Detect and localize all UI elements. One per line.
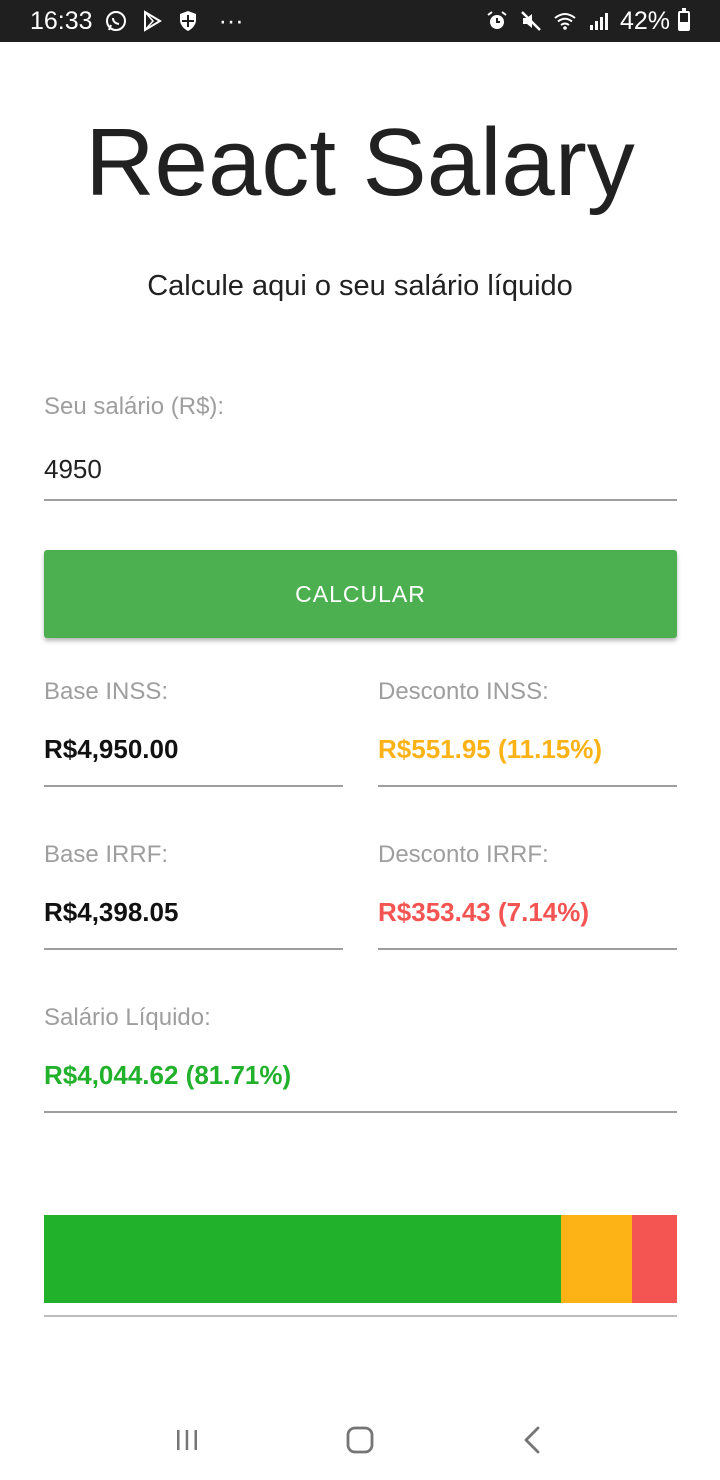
- whatsapp-icon: [103, 8, 129, 34]
- desconto-inss-underline: [378, 785, 677, 787]
- calculate-button[interactable]: CALCULAR: [44, 550, 677, 638]
- base-inss-underline: [44, 785, 343, 787]
- base-irrf-value: R$4,398.05: [44, 897, 179, 927]
- home-icon[interactable]: [330, 1410, 390, 1470]
- base-inss-field: Base INSS: R$4,950.00: [44, 678, 343, 787]
- alarm-icon: [484, 8, 510, 34]
- salary-proportion-bar: [44, 1215, 677, 1303]
- base-inss-value: R$4,950.00: [44, 734, 179, 764]
- overflow-dots: ···: [218, 6, 244, 35]
- page-title: React Salary: [85, 109, 635, 216]
- status-left: 16:33 ···: [30, 7, 244, 36]
- status-right: 42%: [484, 7, 690, 36]
- base-inss-label: Base INSS:: [44, 678, 169, 705]
- page-subtitle: Calcule aqui o seu salário líquido: [147, 270, 573, 302]
- battery-icon: [678, 8, 690, 31]
- wifi-icon: [552, 8, 578, 34]
- desconto-inss-value: R$551.95 (11.15%): [378, 734, 603, 764]
- base-irrf-underline: [44, 948, 343, 950]
- desconto-irrf-underline: [378, 948, 677, 950]
- desconto-irrf-value: R$353.43 (7.14%): [378, 897, 590, 927]
- navigation-bar: [0, 1400, 720, 1480]
- desconto-inss-field: Desconto INSS: R$551.95 (11.15%): [378, 678, 677, 787]
- status-time: 16:33: [30, 6, 93, 35]
- salary-field: Seu salário (R$):: [44, 393, 677, 501]
- play-store-icon: [139, 8, 165, 34]
- signal-icon: [586, 8, 612, 34]
- bar-underline: [44, 1315, 677, 1317]
- bar-segment-desconto-irrf: [631, 1215, 677, 1303]
- battery-fill: [680, 22, 688, 29]
- salario-liquido-label: Salário Líquido:: [44, 1004, 211, 1031]
- battery-percent: 42%: [619, 6, 670, 35]
- base-irrf-field: Base IRRF: R$4,398.05: [44, 841, 343, 950]
- salary-label: Seu salário (R$):: [44, 393, 225, 420]
- desconto-inss-label: Desconto INSS:: [378, 678, 549, 705]
- shield-icon: [175, 8, 201, 34]
- back-icon[interactable]: [503, 1410, 563, 1470]
- desconto-irrf-label: Desconto IRRF:: [378, 841, 549, 868]
- salary-input[interactable]: [44, 451, 677, 487]
- recent-apps-icon[interactable]: [157, 1410, 217, 1470]
- salario-liquido-underline: [44, 1111, 677, 1113]
- status-bar: 16:33 ··· 42%: [0, 0, 720, 42]
- base-irrf-label: Base IRRF:: [44, 841, 169, 868]
- salario-liquido-field: Salário Líquido: R$4,044.62 (81.71%): [44, 1004, 677, 1113]
- mute-icon: [518, 8, 544, 34]
- desconto-irrf-field: Desconto IRRF: R$353.43 (7.14%): [378, 841, 677, 950]
- bar-segment-salario-liquido: [44, 1215, 562, 1303]
- salario-liquido-value: R$4,044.62 (81.71%): [44, 1060, 292, 1090]
- salary-underline: [44, 499, 677, 501]
- bar-segment-desconto-inss: [561, 1215, 632, 1303]
